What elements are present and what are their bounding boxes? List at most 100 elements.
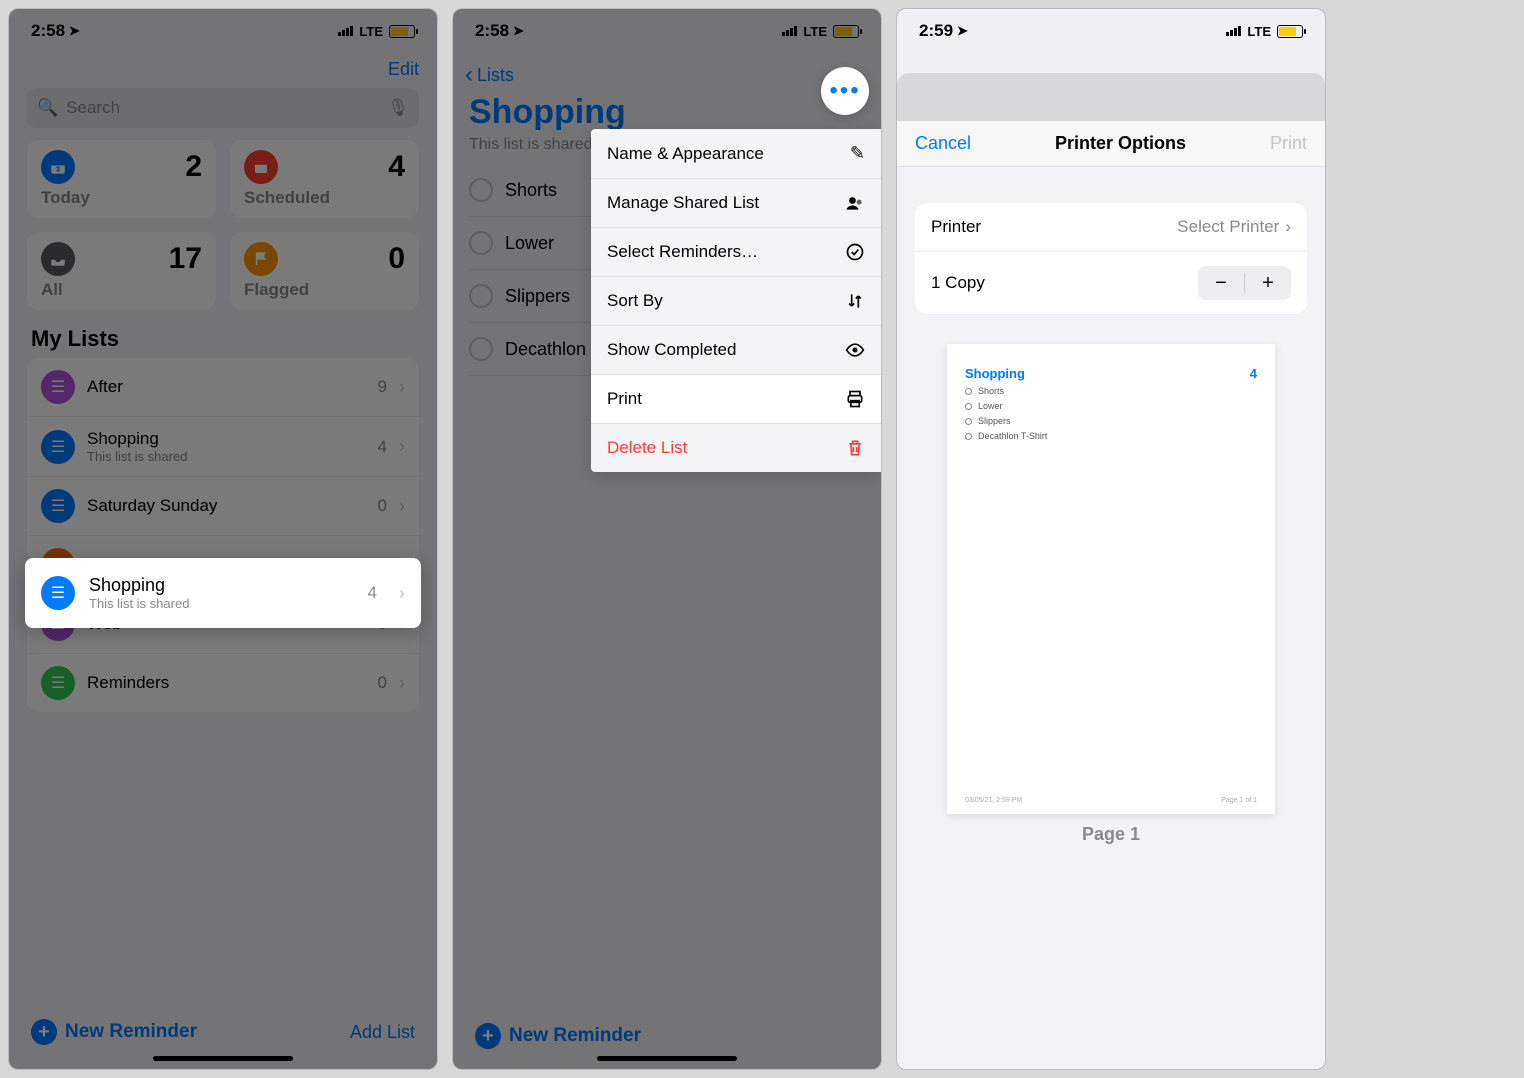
menu-sort-by[interactable]: Sort By	[591, 277, 881, 326]
radio-icon[interactable]	[469, 337, 493, 361]
preview-item: Decathlon T-Shirt	[965, 431, 1257, 441]
pencil-icon: ✎	[850, 143, 865, 164]
svg-text:3: 3	[56, 165, 60, 174]
card-count: 2	[185, 150, 202, 184]
card-scheduled[interactable]: 4 Scheduled	[230, 140, 419, 218]
menu-label: Delete List	[607, 438, 687, 458]
search-placeholder: Search	[66, 98, 120, 118]
list-row-shopping[interactable]: ☰ Shopping This list is shared 4 ›	[27, 417, 419, 477]
more-button[interactable]: •••	[821, 67, 869, 115]
preview-count: 4	[1250, 366, 1257, 381]
signal-icon	[1226, 26, 1241, 36]
context-menu: Name & Appearance ✎ Manage Shared List S…	[591, 129, 881, 472]
menu-name-appearance[interactable]: Name & Appearance ✎	[591, 129, 881, 179]
menu-label: Show Completed	[607, 340, 736, 360]
network-label: LTE	[1247, 24, 1271, 39]
list-count: 4	[368, 583, 377, 603]
home-indicator	[597, 1056, 737, 1061]
preview-item: Lower	[965, 401, 1257, 411]
cancel-button[interactable]: Cancel	[915, 133, 971, 154]
print-preview-page[interactable]: Shopping 4 Shorts Lower Slippers Decathl…	[947, 344, 1275, 814]
stepper-minus-button[interactable]: −	[1198, 266, 1244, 300]
printer-label: Printer	[931, 217, 981, 237]
card-label: Today	[41, 188, 202, 208]
list-count: 4	[378, 437, 387, 457]
battery-icon	[1277, 25, 1303, 38]
card-flagged[interactable]: 0 Flagged	[230, 232, 419, 310]
preview-item: Shorts	[965, 386, 1257, 396]
card-label: Scheduled	[244, 188, 405, 208]
screen-reminders-home: 2:58 ➤ LTE Edit 🔍 Search 🎙 3 2 Today	[8, 8, 438, 1070]
checkmark-circle-icon	[845, 242, 865, 262]
list-row-shopping-highlight[interactable]: ☰ Shopping This list is shared 4 ›	[25, 558, 421, 628]
back-button[interactable]: ‹ Lists	[465, 61, 514, 89]
list-icon: ☰	[41, 666, 75, 700]
tray-icon	[41, 242, 75, 276]
add-list-button[interactable]: Add List	[350, 1022, 415, 1043]
mic-icon[interactable]: 🎙	[387, 98, 409, 118]
status-time: 2:59	[919, 21, 953, 41]
new-reminder-label: New Reminder	[65, 1021, 197, 1043]
printer-row[interactable]: Printer Select Printer ›	[915, 203, 1307, 252]
preview-footer-right: Page 1 of 1	[1221, 797, 1257, 804]
sheet-nav: Cancel Printer Options Print	[897, 121, 1325, 167]
copies-label: 1 Copy	[931, 273, 985, 293]
mylists-heading: My Lists	[9, 310, 437, 358]
printer-icon	[845, 389, 865, 409]
radio-icon[interactable]	[469, 231, 493, 255]
chevron-right-icon: ›	[399, 436, 405, 457]
print-button[interactable]: Print	[1270, 133, 1307, 154]
preview-title: Shopping	[965, 366, 1025, 381]
new-reminder-button[interactable]: + New Reminder	[31, 1019, 197, 1045]
menu-print[interactable]: Print	[591, 375, 881, 424]
card-count: 0	[388, 242, 405, 276]
stepper-plus-button[interactable]: +	[1245, 266, 1291, 300]
plus-circle-icon: +	[475, 1023, 501, 1049]
edit-button[interactable]: Edit	[388, 59, 419, 80]
screen-printer-options: 2:59 ➤ LTE Cancel Printer Options Print …	[896, 8, 1326, 1070]
sheet-title: Printer Options	[1055, 133, 1186, 154]
menu-label: Print	[607, 389, 642, 409]
radio-icon[interactable]	[469, 178, 493, 202]
radio-icon[interactable]	[469, 284, 493, 308]
card-count: 4	[388, 150, 405, 184]
menu-select-reminders[interactable]: Select Reminders…	[591, 228, 881, 277]
copies-row: 1 Copy − +	[915, 252, 1307, 314]
print-settings: Printer Select Printer › 1 Copy − +	[915, 203, 1307, 314]
list-name: Reminders	[87, 673, 366, 693]
card-all[interactable]: 17 All	[27, 232, 216, 310]
location-arrow-icon: ➤	[513, 23, 524, 39]
list-row-after[interactable]: ☰ After 9 ›	[27, 358, 419, 417]
menu-delete-list[interactable]: Delete List	[591, 424, 881, 472]
list-subtitle: This list is shared	[87, 449, 366, 464]
list-row-saturday[interactable]: ☰ Saturday Sunday 0 ›	[27, 477, 419, 536]
search-icon: 🔍	[37, 98, 58, 118]
preview-footer-left: 03/05/21, 2:59 PM	[965, 797, 1022, 804]
status-bar: 2:58 ➤ LTE	[9, 9, 437, 53]
location-arrow-icon: ➤	[69, 23, 80, 39]
menu-show-completed[interactable]: Show Completed	[591, 326, 881, 375]
card-today[interactable]: 3 2 Today	[27, 140, 216, 218]
search-field[interactable]: 🔍 Search 🎙	[27, 88, 419, 128]
list-title: Shopping	[453, 93, 881, 132]
location-arrow-icon: ➤	[957, 23, 968, 39]
menu-manage-shared[interactable]: Manage Shared List	[591, 179, 881, 228]
list-row-reminders[interactable]: ☰ Reminders 0 ›	[27, 654, 419, 712]
list-icon: ☰	[41, 489, 75, 523]
list-name: Shopping	[89, 575, 354, 596]
battery-icon	[833, 25, 859, 38]
list-subtitle: This list is shared	[89, 596, 354, 611]
status-time: 2:58	[475, 21, 509, 41]
new-reminder-button[interactable]: + New Reminder	[475, 1023, 859, 1049]
signal-icon	[782, 26, 797, 36]
chevron-right-icon: ›	[399, 673, 405, 694]
eye-icon	[845, 340, 865, 360]
calendar-icon	[244, 150, 278, 184]
list-name: Saturday Sunday	[87, 496, 366, 516]
menu-label: Manage Shared List	[607, 193, 759, 213]
list-name: Shopping	[87, 429, 366, 449]
item-label: Shorts	[505, 180, 557, 201]
people-icon	[845, 193, 865, 213]
list-icon: ☰	[41, 430, 75, 464]
item-label: Slippers	[505, 286, 570, 307]
